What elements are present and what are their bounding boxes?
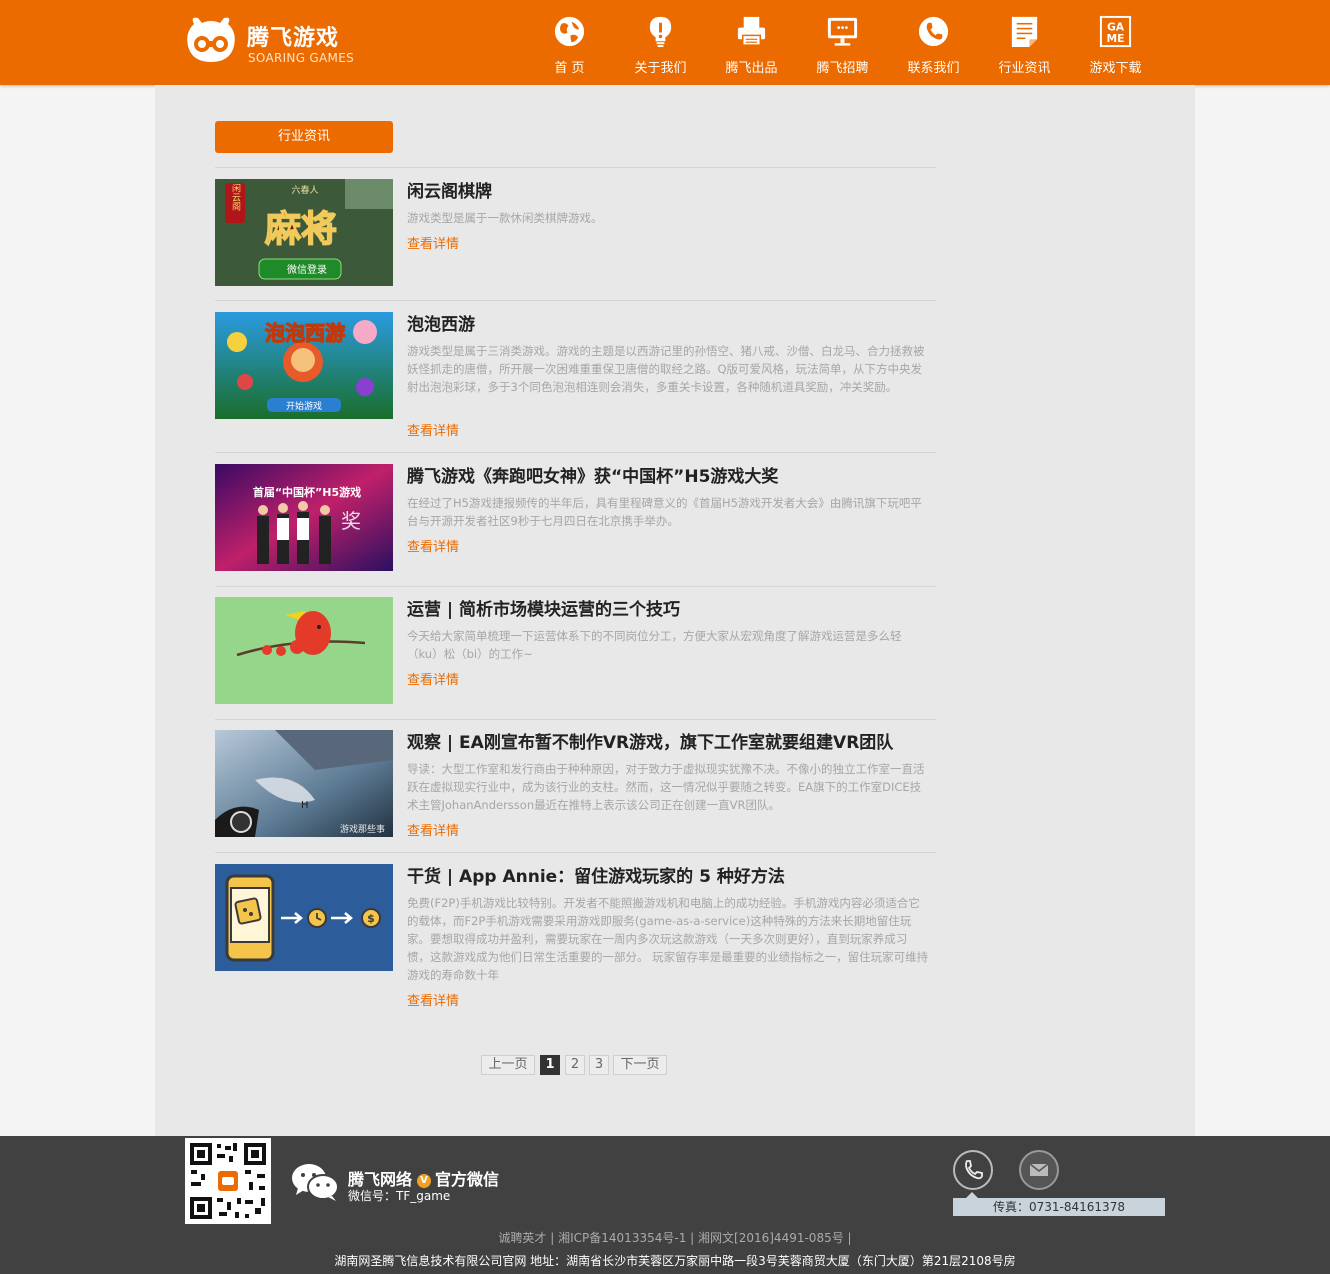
article-title[interactable]: 闲云阁棋牌 bbox=[407, 177, 947, 202]
nav-item-download[interactable]: GA ME 游戏下载 bbox=[1070, 0, 1161, 85]
nav-label: 腾飞出品 bbox=[725, 61, 778, 76]
separator: | bbox=[550, 1231, 555, 1245]
article-thumbnail[interactable]: H 游戏那些事 bbox=[215, 730, 393, 837]
site-logo[interactable]: 腾飞游戏 SOARING GAMES bbox=[184, 14, 384, 70]
separator: | bbox=[690, 1231, 695, 1245]
logo-mark-icon bbox=[187, 17, 235, 63]
nav-item-home[interactable]: 首 页 bbox=[524, 0, 615, 85]
nav-label: 行业资讯 bbox=[998, 61, 1051, 76]
read-more-link[interactable]: 查看详情 bbox=[407, 420, 459, 439]
divider bbox=[215, 452, 936, 453]
thumb-text: 闲云阁 bbox=[230, 183, 241, 211]
read-more-link[interactable]: 查看详情 bbox=[407, 233, 459, 252]
thumb-text: 六春人 bbox=[291, 184, 318, 196]
document-icon bbox=[1011, 16, 1038, 48]
read-more-link[interactable]: 查看详情 bbox=[407, 990, 459, 1009]
article-title[interactable]: 泡泡西游 bbox=[407, 310, 947, 335]
next-page-button[interactable]: 下一页 bbox=[613, 1055, 667, 1075]
company-address: 湖南网圣腾飞信息技术有限公司官网 地址：湖南省长沙市芙蓉区万家丽中路一段3号芙蓉… bbox=[334, 1254, 1016, 1268]
page-button[interactable]: 3 bbox=[589, 1055, 609, 1075]
article-desc: 今天给大家简单梳理一下运营体系下的不同岗位分工，方便大家从宏观角度了解游戏运营是… bbox=[407, 629, 902, 661]
envelope-icon bbox=[1029, 1163, 1049, 1176]
article-desc: 免费(F2P)手机游戏比较特别。开发者不能照搬游戏机和电脑上的成功经验。手机游戏… bbox=[407, 896, 929, 982]
globe-icon bbox=[554, 16, 585, 47]
thumb-text: 麻将 bbox=[265, 208, 337, 250]
article-desc: 导读：大型工作室和发行商由于种种原因，对于致力于虚拟现实犹豫不决。不像小的独立工… bbox=[407, 762, 925, 812]
phone-icon bbox=[918, 16, 949, 47]
article-desc: 在经过了H5游戏捷报频传的半年后，具有里程碑意义的《首届H5游戏开发者大会》由腾… bbox=[407, 496, 922, 528]
nav-item-products[interactable]: 腾飞出品 bbox=[706, 0, 797, 85]
article-thumbnail[interactable]: 闲云阁 六春人 麻将 微信登录 bbox=[215, 179, 393, 286]
wechat-icon bbox=[292, 1164, 339, 1201]
pagination: 上一页 1 2 3 下一页 bbox=[155, 1055, 1195, 1075]
fax-number: 传真：0731-84161378 bbox=[953, 1198, 1165, 1216]
read-more-link[interactable]: 查看详情 bbox=[407, 536, 459, 555]
page-button-current[interactable]: 1 bbox=[540, 1055, 560, 1075]
footer-link-icp[interactable]: 湘ICP备14013354号-1 bbox=[558, 1231, 686, 1245]
divider bbox=[215, 719, 936, 720]
divider bbox=[215, 167, 936, 168]
section-tag-news[interactable]: 行业资讯 bbox=[215, 121, 393, 153]
thumb-text: 游戏那些事 bbox=[340, 823, 385, 835]
thumb-text: H bbox=[301, 800, 309, 811]
separator: | bbox=[847, 1231, 852, 1245]
site-header: 腾飞游戏 SOARING GAMES 首 页 关于我们 腾飞出品 腾飞招聘 联系… bbox=[0, 0, 1330, 85]
svg-text:ME: ME bbox=[1107, 32, 1125, 45]
footer-link-careers[interactable]: 诚聘英才 bbox=[498, 1231, 546, 1245]
printer-icon bbox=[737, 16, 766, 46]
logo-text-cn: 腾飞游戏 bbox=[247, 26, 340, 51]
article-thumbnail[interactable]: 首届“中国杯”H5游戏 奖 bbox=[215, 464, 393, 571]
wechat-id: 微信号：TF_game bbox=[348, 1189, 451, 1203]
prev-page-button[interactable]: 上一页 bbox=[481, 1055, 535, 1075]
nav-label: 联系我们 bbox=[907, 61, 960, 76]
thumb-text: 泡泡西游 bbox=[265, 321, 345, 345]
nav-item-jobs[interactable]: 腾飞招聘 bbox=[797, 0, 888, 85]
footer-link-license[interactable]: 湘网文[2016]4491-085号 bbox=[698, 1231, 844, 1245]
verified-badge: V bbox=[417, 1174, 432, 1188]
thumb-text: 首届“中国杯”H5游戏 bbox=[253, 485, 361, 499]
game-icon: GA ME bbox=[1099, 15, 1132, 48]
divider bbox=[215, 852, 936, 853]
article-title[interactable]: 观察 | EA刚宣布暂不制作VR游戏，旗下工作室就要组建VR团队 bbox=[407, 728, 947, 753]
nav-label: 游戏下载 bbox=[1089, 61, 1142, 76]
article-thumbnail[interactable] bbox=[215, 597, 393, 704]
nav-item-about[interactable]: 关于我们 bbox=[615, 0, 706, 85]
nav-item-contact[interactable]: 联系我们 bbox=[888, 0, 979, 85]
article-title[interactable]: 运营 | 简析市场模块运营的三个技巧 bbox=[407, 595, 947, 620]
thumb-text: 微信登录 bbox=[287, 263, 327, 276]
main-content: 行业资讯 闲云阁 六春人 麻将 微信登录 闲云阁棋牌 游戏类型是属于一款休闲类棋… bbox=[155, 85, 1195, 1136]
read-more-link[interactable]: 查看详情 bbox=[407, 669, 459, 688]
mail-button[interactable] bbox=[1019, 1150, 1059, 1190]
svg-text:$: $ bbox=[367, 912, 375, 925]
nav-item-news[interactable]: 行业资讯 bbox=[979, 0, 1070, 85]
nav-label: 腾飞招聘 bbox=[816, 61, 869, 76]
divider bbox=[215, 586, 936, 587]
phone-button[interactable] bbox=[953, 1150, 993, 1190]
thumb-text: 奖 bbox=[341, 509, 361, 533]
divider bbox=[215, 300, 936, 301]
nav-label: 首 页 bbox=[554, 61, 585, 76]
phone-icon bbox=[965, 1160, 983, 1180]
thumb-text: 开始游戏 bbox=[286, 400, 322, 412]
nav-label: 关于我们 bbox=[634, 61, 687, 76]
article-thumbnail[interactable]: 泡泡西游 开始游戏 bbox=[215, 312, 393, 419]
article-thumbnail[interactable]: $ bbox=[215, 864, 393, 971]
lightbulb-icon bbox=[649, 16, 672, 48]
logo-text-en: SOARING GAMES bbox=[248, 51, 354, 65]
monitor-icon bbox=[827, 17, 858, 46]
article-desc: 游戏类型是属于一款休闲类棋牌游戏。 bbox=[407, 211, 603, 225]
footer-links: 诚聘英才 | 湘ICP备14013354号-1 | 湘网文[2016]4491-… bbox=[0, 1229, 1330, 1246]
page-button[interactable]: 2 bbox=[565, 1055, 585, 1075]
main-nav: 首 页 关于我们 腾飞出品 腾飞招聘 联系我们 行业资讯 GA ME 游戏下载 bbox=[524, 0, 1324, 85]
article-title[interactable]: 腾飞游戏《奔跑吧女神》获“中国杯”H5游戏大奖 bbox=[407, 462, 947, 487]
site-footer: 腾飞网络 V 官方微信 微信号：TF_game 传真：0731-84161378 诚… bbox=[0, 1136, 1330, 1274]
qr-code-icon bbox=[185, 1138, 271, 1224]
article-desc: 游戏类型是属于三消类游戏。游戏的主题是以西游记里的孙悟空、猪八戒、沙僧、白龙马、… bbox=[407, 344, 925, 394]
read-more-link[interactable]: 查看详情 bbox=[407, 820, 459, 839]
article-title[interactable]: 干货 | App Annie：留住游戏玩家的 5 种好方法 bbox=[407, 862, 947, 887]
